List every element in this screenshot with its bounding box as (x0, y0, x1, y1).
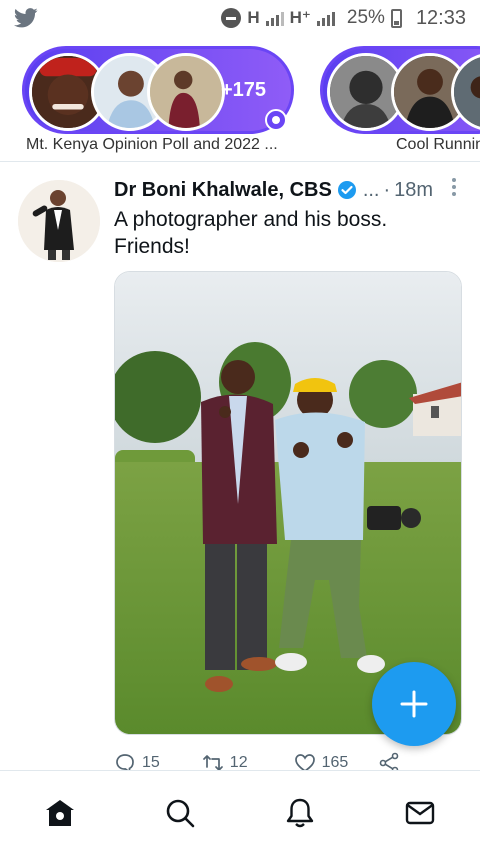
nav-notifications[interactable] (270, 783, 330, 843)
bottom-navigation (0, 770, 480, 854)
network-type-1: H (247, 8, 260, 27)
tweet-timestamp: 18m (394, 178, 434, 201)
tweet-author-name[interactable]: Dr Boni Khalwale, CBS (114, 179, 332, 202)
tweet-author-handle: ... (362, 178, 380, 201)
nav-messages[interactable] (390, 783, 450, 843)
space-pill-cool-running[interactable] (320, 46, 480, 134)
compose-tweet-button[interactable] (372, 662, 456, 746)
twitter-bird-icon (14, 8, 38, 28)
notifications-icon (286, 798, 314, 827)
spaces-icon (265, 109, 287, 131)
battery-percent: 25% (346, 7, 385, 28)
space-pill-mt-kenya[interactable]: +175 (22, 46, 294, 134)
battery-icon (390, 8, 402, 28)
network-type-2: H⁺ (289, 8, 311, 27)
home-icon (46, 799, 74, 826)
status-bar: H H⁺ 25% 12:33 (0, 0, 480, 36)
space-title-1[interactable]: Mt. Kenya Opinion Poll and 2022 ... (26, 136, 278, 154)
signal-strength-icon (265, 10, 284, 26)
messages-icon (405, 801, 435, 824)
space-avatar-3 (147, 53, 225, 131)
tweet-author-avatar[interactable] (18, 180, 100, 262)
do-not-disturb-icon (221, 8, 242, 28)
verified-badge-icon (337, 181, 356, 199)
tweet-separator: · (383, 178, 391, 201)
nav-search[interactable] (150, 783, 210, 843)
search-icon (166, 799, 195, 827)
signal-strength-icon-2 (316, 10, 335, 26)
nav-home[interactable] (30, 783, 90, 843)
more-options-icon[interactable] (452, 178, 456, 196)
spaces-bar: +175 Mt. Kenya Opinion Poll and 2022 ...… (0, 44, 480, 156)
tweet-text: A photographer and his boss. Friends! (114, 208, 388, 258)
clock: 12:33 (415, 6, 466, 29)
space-listener-count: +175 (221, 79, 267, 101)
plus-icon (400, 690, 428, 718)
space-title-2[interactable]: Cool Runnin (396, 136, 480, 154)
tweet-header: Dr Boni Khalwale, CBS ... · 18m (114, 176, 470, 204)
divider (0, 161, 480, 162)
